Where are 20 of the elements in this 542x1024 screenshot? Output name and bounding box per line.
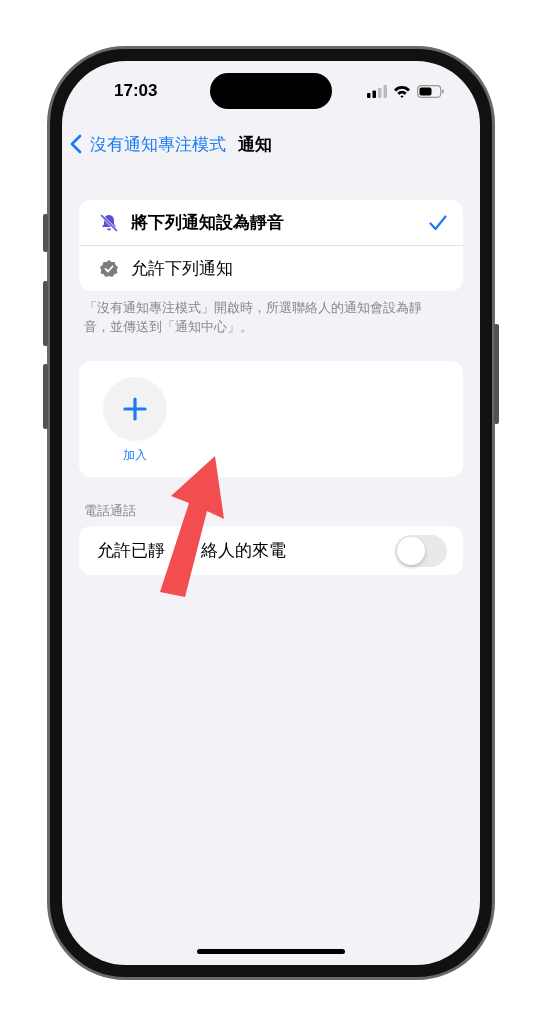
option-row[interactable]: 允許下列通知 <box>79 245 463 291</box>
checkmark-icon <box>429 214 447 231</box>
back-button[interactable]: 沒有通知專注模式 <box>70 132 226 156</box>
option-label: 將下列通知設為靜音 <box>131 212 284 234</box>
signal-icon <box>367 84 387 98</box>
back-chevron-icon <box>70 134 82 154</box>
wifi-icon <box>393 84 411 98</box>
toggle-switch[interactable] <box>395 534 447 567</box>
section-header: 電話通話 <box>84 503 137 520</box>
option-row[interactable]: 將下列通知設為靜音 <box>79 200 463 245</box>
check-badge-icon <box>99 258 119 279</box>
battery-icon <box>417 84 444 98</box>
plus-icon <box>123 397 147 421</box>
option-label: 允許下列通知 <box>131 258 233 280</box>
setting-label: 絡人的來電 <box>201 540 286 562</box>
status-time: 17:03 <box>114 80 158 101</box>
setting-label: 允許已靜 <box>97 540 165 562</box>
bell-slash-icon <box>99 212 119 233</box>
nav-title: 通知 <box>238 133 272 156</box>
footnote-text: 「沒有通知專注模式」開啟時，所選聯絡人的通知會設為靜音，並傳送到「通知中心」。 <box>84 300 423 336</box>
